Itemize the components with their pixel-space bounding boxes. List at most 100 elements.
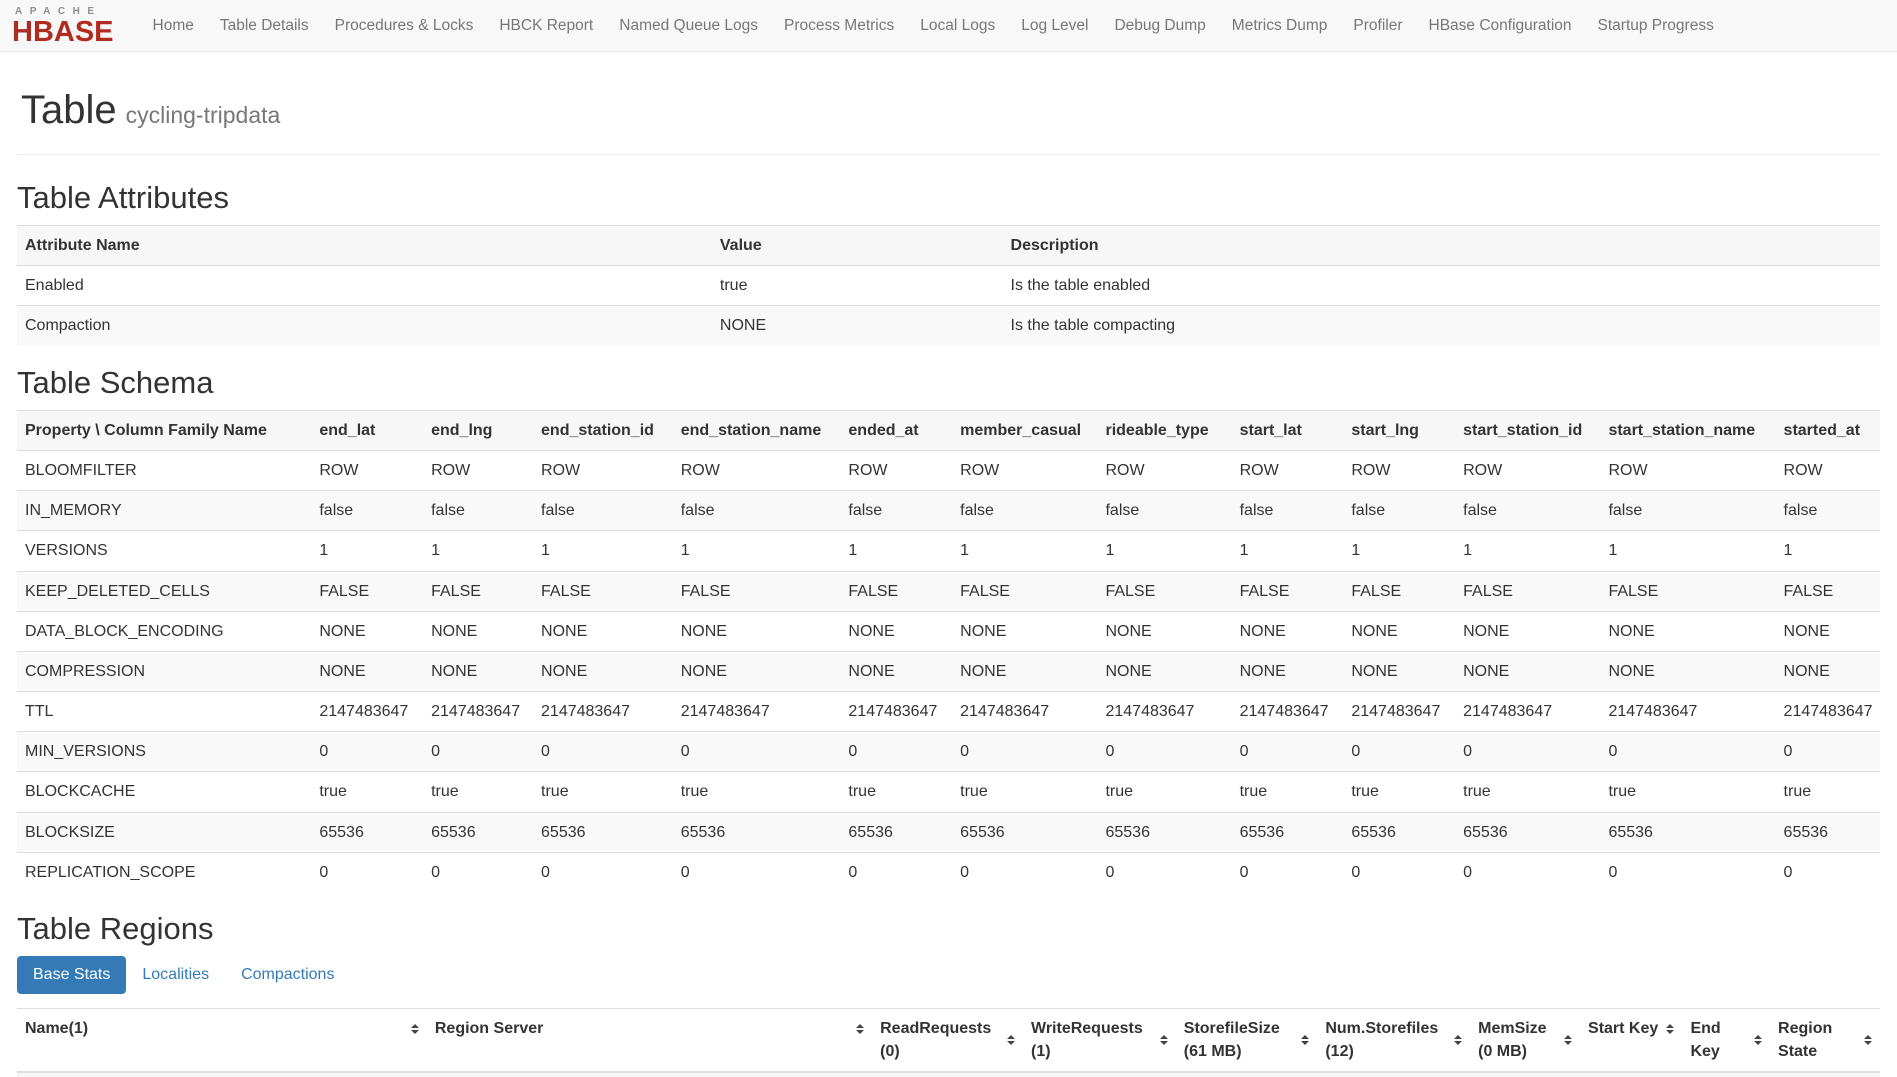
cell: 65536 xyxy=(673,812,841,852)
logo-hbase-text: HBASE xyxy=(12,18,114,47)
cell: KEEP_DELETED_CELLS xyxy=(17,571,311,611)
cell: 65536 xyxy=(1455,812,1600,852)
cell: ROW xyxy=(1776,450,1880,490)
column-header-start-station-name: start_station_name xyxy=(1600,410,1775,450)
cell: true xyxy=(311,772,423,812)
nav-item-local-logs[interactable]: Local Logs xyxy=(907,0,1008,51)
sort-icon[interactable] xyxy=(1564,1035,1572,1045)
cell: 1 xyxy=(311,531,423,571)
region-tabs: Base StatsLocalitiesCompactions xyxy=(17,956,1880,994)
column-header-writerequests-1[interactable]: WriteRequests (1) xyxy=(1023,1009,1176,1073)
schema-heading: Table Schema xyxy=(17,366,1880,400)
cell: NONE xyxy=(1455,611,1600,651)
cell: false xyxy=(673,491,841,531)
cell: 0 xyxy=(1343,732,1455,772)
page-title: Tablecycling-tripdata xyxy=(21,88,1880,132)
column-header-storefilesize-61-mb[interactable]: StorefileSize (61 MB) xyxy=(1176,1009,1318,1073)
cell: true xyxy=(533,772,673,812)
cell: DATA_BLOCK_ENCODING xyxy=(17,611,311,651)
tab-localities[interactable]: Localities xyxy=(126,956,225,994)
cell: 2147483647 xyxy=(1232,692,1344,732)
column-header-end-station-name: end_station_name xyxy=(673,410,841,450)
cell: 65536 xyxy=(423,812,533,852)
cell: 0 xyxy=(1455,852,1600,892)
cell: OPEN xyxy=(1770,1072,1880,1077)
nav-item-procedures-locks[interactable]: Procedures & Locks xyxy=(322,0,487,51)
cell: true xyxy=(952,772,1097,812)
column-header-start-key[interactable]: Start Key xyxy=(1580,1009,1682,1073)
sort-icon[interactable] xyxy=(1160,1035,1168,1045)
cell: 0 xyxy=(673,732,841,772)
nav-item-process-metrics[interactable]: Process Metrics xyxy=(771,0,907,51)
sort-icon[interactable] xyxy=(1454,1035,1462,1045)
column-header-name-1[interactable]: Name(1) xyxy=(17,1009,427,1073)
hbase-logo[interactable]: APACHE HBASE xyxy=(10,5,120,47)
cell: NONE xyxy=(1343,651,1455,691)
cell: NONE xyxy=(840,611,952,651)
cell: Enabled xyxy=(17,266,712,306)
nav-item-metrics-dump[interactable]: Metrics Dump xyxy=(1219,0,1341,51)
column-header-property-column-family-name: Property \ Column Family Name xyxy=(17,410,311,450)
cell: 0 xyxy=(952,852,1097,892)
cell: 1 xyxy=(1232,531,1344,571)
nav-item-named-queue-logs[interactable]: Named Queue Logs xyxy=(606,0,771,51)
column-header-readrequests-0[interactable]: ReadRequests (0) xyxy=(872,1009,1023,1073)
cell: NONE xyxy=(1232,611,1344,651)
attributes-table: Attribute NameValueDescriptionEnabledtru… xyxy=(17,225,1880,346)
top-navbar: APACHE HBASE HomeTable DetailsProcedures… xyxy=(0,0,1897,52)
cell: NONE xyxy=(952,611,1097,651)
cell: true xyxy=(423,772,533,812)
table-row: CompactionNONEIs the table compacting xyxy=(17,306,1880,346)
nav-item-log-level[interactable]: Log Level xyxy=(1008,0,1101,51)
cell: false xyxy=(1097,491,1231,531)
cell: 65536 xyxy=(311,812,423,852)
cell: FALSE xyxy=(1455,571,1600,611)
cell: MIN_VERSIONS xyxy=(17,732,311,772)
cell: NONE xyxy=(423,651,533,691)
cell: 2147483647 xyxy=(673,692,841,732)
sort-icon[interactable] xyxy=(411,1024,419,1034)
column-header-end-key[interactable]: End Key xyxy=(1682,1009,1770,1073)
tab-base-stats[interactable]: Base Stats xyxy=(17,956,126,994)
cell: 2147483647 xyxy=(1455,692,1600,732)
cell: 65536 xyxy=(1600,812,1775,852)
column-header-region-state[interactable]: Region State xyxy=(1770,1009,1880,1073)
sort-icon[interactable] xyxy=(1301,1035,1309,1045)
sort-icon[interactable] xyxy=(1007,1035,1015,1045)
column-header-memsize-0-mb[interactable]: MemSize (0 MB) xyxy=(1470,1009,1580,1073)
cell: ROW xyxy=(1232,450,1344,490)
nav: HomeTable DetailsProcedures & LocksHBCK … xyxy=(140,0,1727,51)
cell: 0 xyxy=(533,852,673,892)
cell: BLOOMFILTER xyxy=(17,450,311,490)
cell: ROW xyxy=(673,450,841,490)
cell: false xyxy=(1776,491,1880,531)
sort-icon[interactable] xyxy=(1666,1024,1674,1034)
cell: true xyxy=(673,772,841,812)
nav-item-hbase-configuration[interactable]: HBase Configuration xyxy=(1416,0,1585,51)
sort-icon[interactable] xyxy=(856,1024,864,1034)
nav-item-table-details[interactable]: Table Details xyxy=(207,0,322,51)
cell: 0 xyxy=(423,732,533,772)
cell: 61 MB xyxy=(1176,1072,1318,1077)
cell: FALSE xyxy=(840,571,952,611)
nav-item-hbck-report[interactable]: HBCK Report xyxy=(486,0,606,51)
cell: 0 xyxy=(1776,852,1880,892)
column-header-label: Start Key xyxy=(1588,1017,1658,1040)
cell: 1 xyxy=(1023,1072,1176,1077)
column-header-num-storefiles-12[interactable]: Num.Storefiles (12) xyxy=(1317,1009,1470,1073)
column-header-region-server[interactable]: Region Server xyxy=(427,1009,872,1073)
nav-item-profiler[interactable]: Profiler xyxy=(1340,0,1415,51)
cell: FALSE xyxy=(311,571,423,611)
cell: NONE xyxy=(1097,651,1231,691)
cell: cycling-tripdata,,1719475156245.e95d0a13… xyxy=(17,1072,427,1077)
sort-icon[interactable] xyxy=(1754,1035,1762,1045)
nav-item-home[interactable]: Home xyxy=(140,0,207,51)
regions-heading: Table Regions xyxy=(17,912,1880,946)
cell: FALSE xyxy=(673,571,841,611)
nav-item-startup-progress[interactable]: Startup Progress xyxy=(1585,0,1727,51)
cell: false xyxy=(1600,491,1775,531)
sort-icon[interactable] xyxy=(1864,1035,1872,1045)
nav-item-debug-dump[interactable]: Debug Dump xyxy=(1101,0,1218,51)
tab-compactions[interactable]: Compactions xyxy=(225,956,350,994)
cell: 2147483647 xyxy=(1776,692,1880,732)
